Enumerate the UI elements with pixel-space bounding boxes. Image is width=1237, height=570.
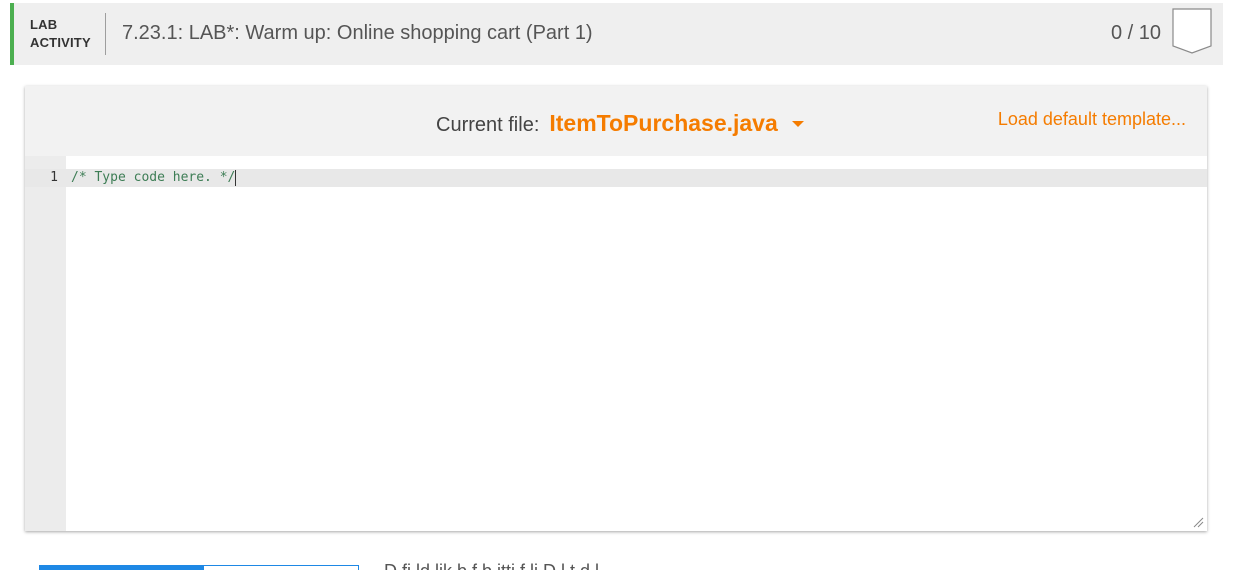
activity-type-label: LAB ACTIVITY bbox=[30, 16, 91, 52]
current-file-label: Current file: bbox=[436, 114, 540, 136]
mode-toggle[interactable] bbox=[39, 565, 359, 570]
code-line-text: /* Type code here. */ bbox=[71, 170, 236, 185]
header-divider bbox=[105, 13, 106, 55]
file-selector[interactable]: Current file: ItemToPurchase.java bbox=[436, 110, 804, 137]
code-editor-card: Current file: ItemToPurchase.java Load d… bbox=[25, 86, 1207, 531]
completion-badge-icon bbox=[1172, 8, 1212, 54]
current-file-name[interactable]: ItemToPurchase.java bbox=[549, 110, 777, 137]
instructions-text: D fi ld lik b f b itti f li D l t d l bbox=[384, 561, 599, 570]
lab-activity-page: LAB ACTIVITY 7.23.1: LAB*: Warm up: Onli… bbox=[0, 0, 1237, 570]
mode-toggle-active[interactable] bbox=[40, 566, 204, 570]
activity-header: LAB ACTIVITY 7.23.1: LAB*: Warm up: Onli… bbox=[10, 3, 1223, 65]
resize-handle-icon[interactable] bbox=[1192, 516, 1204, 528]
line-number: 1 bbox=[50, 170, 58, 185]
code-editor[interactable] bbox=[66, 156, 1207, 531]
line-number-gutter bbox=[25, 156, 66, 531]
activity-score: 0 / 10 bbox=[1110, 22, 1161, 44]
file-toolbar: Current file: ItemToPurchase.java Load d… bbox=[25, 86, 1207, 156]
load-default-template-link[interactable]: Load default template... bbox=[998, 109, 1186, 130]
chevron-down-icon[interactable] bbox=[791, 121, 804, 127]
activity-type-line2: ACTIVITY bbox=[30, 35, 91, 50]
code-line[interactable]: /* Type code here. */ bbox=[71, 170, 237, 186]
activity-title: 7.23.1: LAB*: Warm up: Online shopping c… bbox=[122, 22, 593, 44]
activity-type-line1: LAB bbox=[30, 17, 58, 32]
text-cursor bbox=[235, 170, 237, 186]
